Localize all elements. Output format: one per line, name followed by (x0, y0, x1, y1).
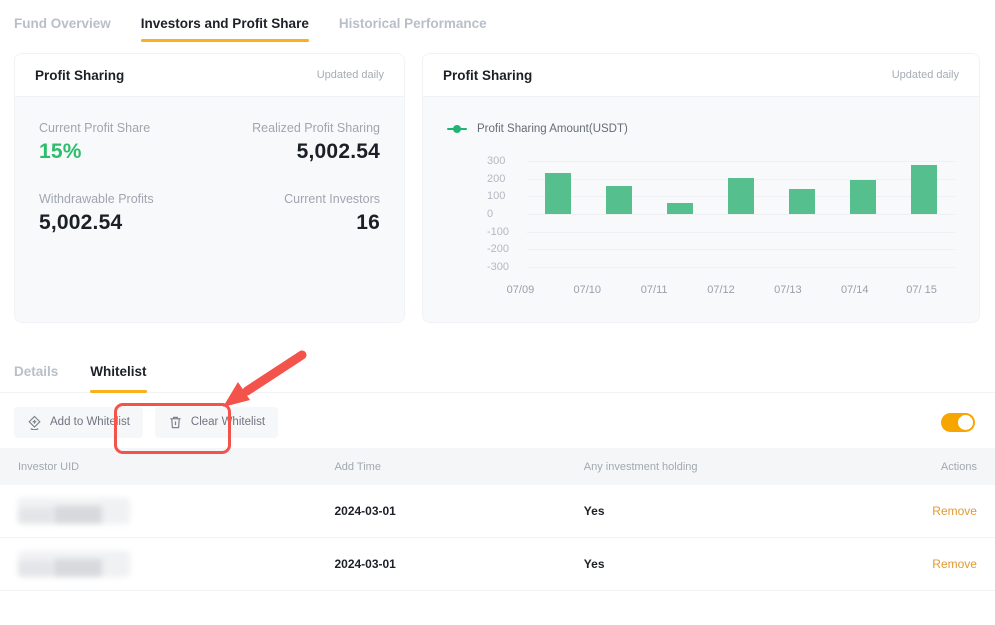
chart-x-tick-label: 07/11 (621, 284, 688, 296)
table-row: 2024-03-01YesRemove (0, 485, 995, 538)
diamond-plus-icon (27, 415, 42, 430)
column-header-investor-uid: Investor UID (18, 461, 334, 473)
chart-column (710, 161, 771, 267)
profit-chart-card-header: Profit Sharing Updated daily (423, 54, 979, 97)
chart-bar (728, 178, 754, 214)
chart-x-tick-label: 07/13 (754, 284, 821, 296)
column-header-actions: Actions (843, 461, 977, 473)
chart-bar (850, 180, 876, 214)
stat-withdrawable-profits: Withdrawable Profits 5,002.54 (39, 192, 210, 235)
chart-column (772, 161, 833, 267)
add-to-whitelist-label: Add to Whitelist (50, 416, 130, 428)
chart-legend: Profit Sharing Amount(USDT) (447, 123, 955, 135)
whitelist-toggle[interactable] (941, 413, 975, 432)
remove-button[interactable]: Remove (843, 557, 977, 571)
redacted-uid (18, 551, 130, 577)
chart-column (649, 161, 710, 267)
chart-bar (911, 165, 937, 214)
trash-icon (168, 415, 183, 430)
cell-add-time: 2024-03-01 (334, 557, 583, 571)
tab-fund-overview[interactable]: Fund Overview (14, 16, 111, 42)
column-header-any-investment-holding: Any investment holding (584, 461, 843, 473)
chart-x-tick-label: 07/09 (487, 284, 554, 296)
whitelist-toolbar: Add to Whitelist Clear Whitelist (0, 404, 995, 440)
chart-body: Profit Sharing Amount(USDT) 300 200 100 0 -1… (423, 97, 979, 296)
table-header-row: Investor UIDAdd TimeAny investment holdi… (0, 448, 995, 485)
card-title: Profit Sharing (443, 68, 532, 83)
stat-label: Realized Profit Sharing (210, 121, 381, 135)
toggle-knob (958, 415, 973, 430)
chart-bar (667, 203, 693, 214)
cell-investor-uid (18, 551, 334, 577)
table-body: 2024-03-01YesRemove2024-03-01YesRemove (0, 485, 995, 591)
cell-holding: Yes (584, 504, 843, 518)
section-tabs: Details Whitelist (0, 364, 995, 393)
chart-column (894, 161, 955, 267)
chart-column (833, 161, 894, 267)
chart-bar (606, 186, 632, 214)
chart-y-tick-label: -200 (487, 243, 519, 255)
redacted-block (54, 559, 102, 577)
chart-column (527, 161, 588, 267)
redacted-block (54, 506, 102, 524)
stat-label: Current Investors (210, 192, 381, 206)
redacted-block (18, 561, 52, 577)
stat-realized-profit-sharing: Realized Profit Sharing 5,002.54 (210, 121, 381, 164)
chart-bar (545, 173, 571, 214)
top-tabs: Fund Overview Investors and Profit Share H… (0, 0, 995, 42)
redacted-uid (18, 498, 130, 524)
card-title: Profit Sharing (35, 68, 124, 83)
chart-x-tick-label: 07/14 (821, 284, 888, 296)
column-header-add-time: Add Time (334, 461, 583, 473)
chart-x-tick-label: 07/12 (688, 284, 755, 296)
updated-daily-label: Updated daily (892, 69, 959, 81)
chart-gridline (527, 267, 955, 268)
stat-current-profit-share: Current Profit Share 15% (39, 121, 210, 164)
chart-x-labels: 07/0907/1007/1107/1207/1307/1407/ 15 (487, 284, 955, 296)
chart-x-tick-label: 07/ 15 (888, 284, 955, 296)
chart-columns (527, 161, 955, 267)
stat-current-investors: Current Investors 16 (210, 192, 381, 235)
chart-y-tick-label: 0 (487, 208, 519, 220)
chart-y-tick-label: -300 (487, 261, 519, 273)
cell-holding: Yes (584, 557, 843, 571)
stat-label: Withdrawable Profits (39, 192, 210, 206)
stat-value: 5,002.54 (210, 140, 381, 164)
chart-column (588, 161, 649, 267)
chart-y-tick-label: 100 (487, 190, 519, 202)
stat-value: 15% (39, 140, 210, 164)
stat-label: Current Profit Share (39, 121, 210, 135)
table-row: 2024-03-01YesRemove (0, 538, 995, 591)
profit-chart-card: Profit Sharing Updated daily Profit Shar… (422, 53, 980, 323)
profit-stats: Current Profit Share 15%Realized Profit S… (15, 97, 404, 235)
redacted-block (18, 508, 52, 524)
chart-y-tick-label: 200 (487, 173, 519, 185)
chart-y-tick-label: -100 (487, 226, 519, 238)
chart-y-tick-label: 300 (487, 155, 519, 167)
chart-bar (789, 189, 815, 214)
profit-summary-card-header: Profit Sharing Updated daily (15, 54, 404, 97)
add-to-whitelist-button[interactable]: Add to Whitelist (14, 407, 143, 438)
stat-value: 16 (210, 211, 381, 235)
legend-label: Profit Sharing Amount(USDT) (477, 123, 628, 135)
clear-whitelist-button[interactable]: Clear Whitelist (155, 407, 278, 438)
legend-line-dot-icon (447, 125, 467, 133)
stat-value: 5,002.54 (39, 211, 210, 235)
tab-details[interactable]: Details (14, 364, 58, 392)
tab-whitelist[interactable]: Whitelist (90, 364, 146, 392)
tab-investors-and-profit-share[interactable]: Investors and Profit Share (141, 16, 309, 42)
cell-investor-uid (18, 498, 334, 524)
whitelist-table: Investor UIDAdd TimeAny investment holdi… (0, 448, 995, 591)
clear-whitelist-label: Clear Whitelist (191, 416, 265, 428)
profit-summary-card: Profit Sharing Updated daily Current Pro… (14, 53, 405, 323)
page: Fund Overview Investors and Profit Share H… (0, 0, 995, 625)
remove-button[interactable]: Remove (843, 504, 977, 518)
chart-plot: 3002001000-100-200-300 (487, 161, 955, 267)
bar-chart: 3002001000-100-200-300 07/0907/1007/1107… (447, 161, 955, 296)
chart-x-tick-label: 07/10 (554, 284, 621, 296)
cards-row: Profit Sharing Updated daily Current Pro… (14, 53, 980, 323)
cell-add-time: 2024-03-01 (334, 504, 583, 518)
updated-daily-label: Updated daily (317, 69, 384, 81)
tab-historical-performance[interactable]: Historical Performance (339, 16, 487, 42)
